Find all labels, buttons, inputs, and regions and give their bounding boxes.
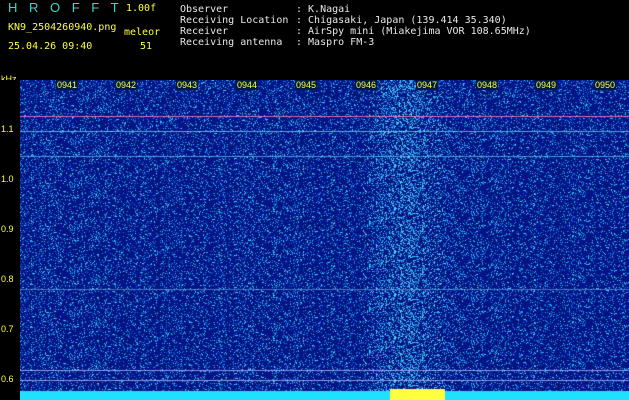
filename-label: KN9_2504260940.png bbox=[8, 22, 117, 33]
datetime-label: 25.04.26 09:40 bbox=[8, 41, 93, 52]
count-label: 51 bbox=[140, 41, 153, 52]
antenna-value: : Maspro FM-3 bbox=[296, 37, 375, 48]
y-tick: 1.1 bbox=[1, 124, 14, 134]
y-tick: 0.6 bbox=[1, 374, 14, 384]
y-tick: 0.9 bbox=[1, 224, 14, 234]
app-title: H R O F F T bbox=[8, 0, 123, 15]
antenna-label: Receiving antenna bbox=[180, 37, 283, 48]
version-label: 1.00f bbox=[126, 3, 157, 14]
mode-label: meleor bbox=[124, 27, 161, 38]
x-tick: 0945 bbox=[295, 80, 318, 90]
x-tick: 0941 bbox=[56, 80, 79, 90]
header-panel: H R O F F T 1.00f KN9_2504260940.png mel… bbox=[0, 0, 629, 80]
x-tick: 0943 bbox=[176, 80, 199, 90]
x-tick: 0949 bbox=[535, 80, 558, 90]
x-tick: 0942 bbox=[115, 80, 138, 90]
spectrogram-waterfall bbox=[20, 80, 629, 400]
y-tick: 1.0 bbox=[1, 174, 14, 184]
x-tick: 0946 bbox=[355, 80, 378, 90]
x-tick: 0948 bbox=[476, 80, 499, 90]
y-tick: 0.7 bbox=[1, 324, 14, 334]
y-axis: 1.1 1.0 0.9 0.8 0.7 0.6 bbox=[0, 80, 20, 400]
y-tick: 0.8 bbox=[1, 274, 14, 284]
x-tick: 0944 bbox=[236, 80, 259, 90]
x-tick: 0950 bbox=[594, 80, 617, 90]
x-tick: 0947 bbox=[416, 80, 439, 90]
